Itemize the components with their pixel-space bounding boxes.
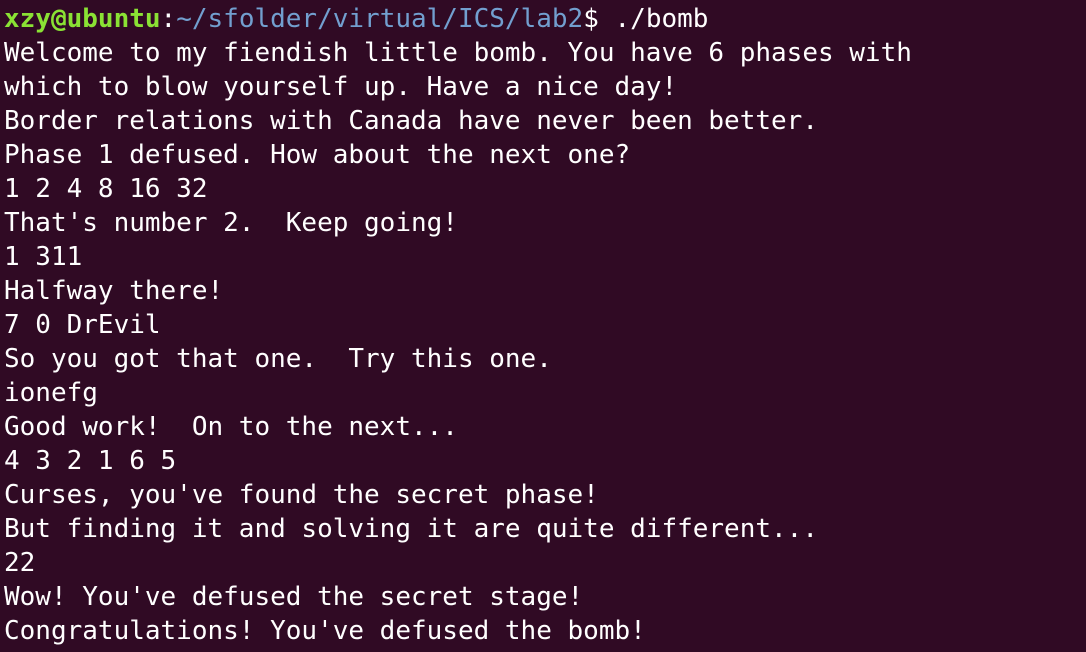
output-line: Wow! You've defused the secret stage! <box>4 582 584 612</box>
input-line: 1 311 <box>4 242 83 272</box>
output-line: Curses, you've found the secret phase! <box>4 480 599 510</box>
input-line: 7 0 DrEvil <box>4 310 161 340</box>
terminal-window[interactable]: xzy@ubuntu:~/sfolder/virtual/ICS/lab2$ .… <box>0 0 1086 652</box>
output-line: which to blow yourself up. Have a nice d… <box>4 72 678 102</box>
prompt-command: ./bomb <box>614 4 709 34</box>
input-line: ionefg <box>4 378 98 408</box>
input-line: 1 2 4 8 16 32 <box>4 174 208 204</box>
prompt-separator: : <box>160 4 177 34</box>
output-line: But finding it and solving it are quite … <box>4 514 818 544</box>
output-line: Halfway there! <box>4 276 224 306</box>
prompt-path: ~/sfolder/virtual/ICS/lab2 <box>176 4 584 34</box>
prompt-user-host: xzy@ubuntu <box>4 4 161 34</box>
output-line: Good work! On to the next... <box>4 412 458 442</box>
input-line: 22 <box>4 548 36 578</box>
output-line: That's number 2. Keep going! <box>4 208 458 238</box>
output-line: Phase 1 defused. How about the next one? <box>4 140 631 170</box>
output-line: Border relations with Canada have never … <box>4 106 818 136</box>
output-line: Welcome to my fiendish little bomb. You … <box>4 38 912 68</box>
prompt-symbol: $ <box>583 4 615 34</box>
output-line: So you got that one. Try this one. <box>4 344 552 374</box>
prompt-line: xzy@ubuntu:~/sfolder/virtual/ICS/lab2$ .… <box>4 2 1086 36</box>
input-line: 4 3 2 1 6 5 <box>4 446 177 476</box>
output-line: Congratulations! You've defused the bomb… <box>4 616 646 646</box>
